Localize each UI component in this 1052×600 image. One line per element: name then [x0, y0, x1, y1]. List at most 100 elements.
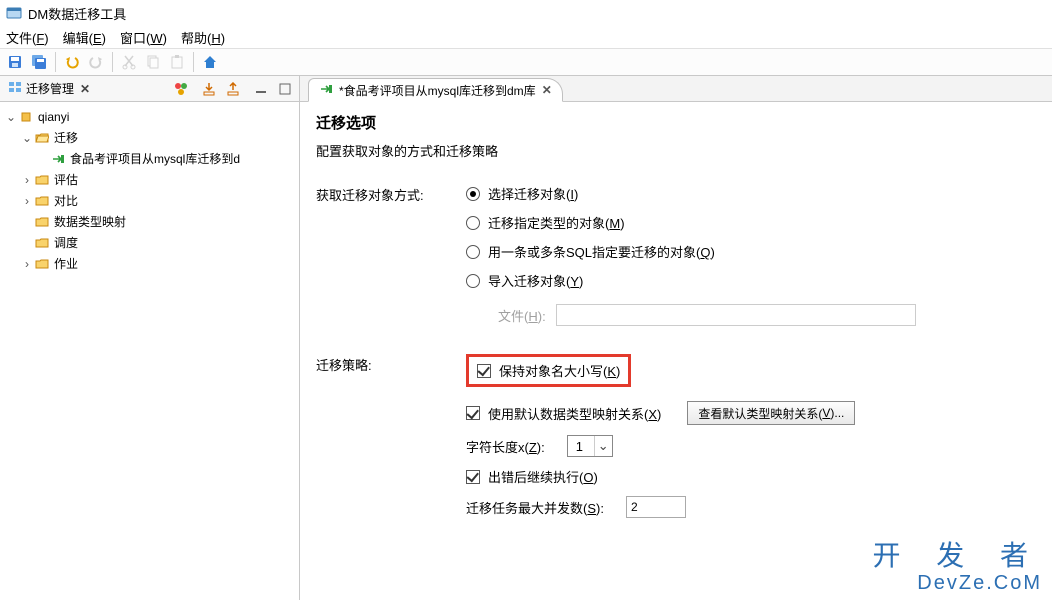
- project-icon: [18, 109, 34, 125]
- editor-tabbar: *食品考评项目从mysql库迁移到dm库 ✕: [300, 76, 1052, 102]
- save-all-icon[interactable]: [28, 51, 50, 73]
- window-titlebar: DM数据迁移工具: [0, 0, 1052, 26]
- editor-content: 迁移选项 配置获取对象的方式和迁移策略 获取迁移对象方式: 选择迁移对象(I) …: [300, 102, 1052, 600]
- chevron-down-icon: ⌄: [594, 436, 612, 456]
- tree-item-label: 食品考评项目从mysql库迁移到d: [70, 150, 240, 167]
- close-icon[interactable]: ✕: [80, 82, 90, 96]
- migration-manager-icon: [8, 80, 22, 97]
- highlight-box: 保持对象名大小写(K): [466, 354, 631, 387]
- max-parallel-row: 迁移任务最大并发数(S):: [466, 496, 1036, 518]
- left-panel: 迁移管理 ✕ ⌄ qianyi ⌄ 迁移: [0, 76, 300, 600]
- paste-icon: [166, 51, 188, 73]
- tree-item-label: 调度: [54, 234, 78, 251]
- view-mapping-button[interactable]: 查看默认类型映射关系(V)...: [687, 401, 855, 425]
- char-length-label: 字符长度x(Z):: [466, 437, 545, 456]
- max-parallel-label: 迁移任务最大并发数(S):: [466, 498, 604, 517]
- import-icon[interactable]: [199, 79, 219, 99]
- maximize-icon[interactable]: [275, 79, 295, 99]
- radio-label: 选择迁移对象(I): [488, 184, 578, 203]
- method-label: 获取迁移对象方式:: [316, 184, 466, 204]
- tree-item-label: 评估: [54, 171, 78, 188]
- copy-icon: [142, 51, 164, 73]
- folder-icon: [34, 235, 50, 251]
- radio-icon: [466, 187, 480, 201]
- menubar: 文件(F) 编辑(E) 窗口(W) 帮助(H): [0, 26, 1052, 48]
- editor-tab-label: *食品考评项目从mysql库迁移到dm库: [339, 82, 536, 99]
- checkbox-icon: [466, 406, 480, 420]
- folder-icon: [34, 193, 50, 209]
- checkbox-icon: [466, 470, 480, 484]
- check-continue-on-error[interactable]: 出错后继续执行(O): [466, 467, 1036, 486]
- close-icon[interactable]: ✕: [542, 83, 552, 97]
- save-icon[interactable]: [4, 51, 26, 73]
- max-parallel-input[interactable]: [626, 496, 686, 518]
- minimize-icon[interactable]: [251, 79, 271, 99]
- checkbox-icon: [477, 364, 491, 378]
- radio-label: 迁移指定类型的对象(M): [488, 213, 625, 232]
- redo-icon: [85, 51, 107, 73]
- radio-label: 导入迁移对象(Y): [488, 271, 583, 290]
- check-label: 出错后继续执行(O): [488, 467, 598, 486]
- radio-icon: [466, 245, 480, 259]
- menu-help[interactable]: 帮助(H): [181, 28, 225, 47]
- expand-icon[interactable]: ›: [20, 257, 34, 271]
- tree-item-compare[interactable]: › 对比: [2, 190, 297, 211]
- combo-value: 1: [568, 439, 594, 454]
- folder-open-icon: [34, 130, 50, 146]
- radio-import[interactable]: 导入迁移对象(Y): [466, 271, 1036, 290]
- tree-root-label: qianyi: [38, 110, 69, 124]
- radio-label: 用一条或多条SQL指定要迁移的对象(Q): [488, 242, 715, 261]
- left-panel-tab[interactable]: 迁移管理 ✕: [4, 78, 94, 99]
- home-icon[interactable]: [199, 51, 221, 73]
- editor-area: *食品考评项目从mysql库迁移到dm库 ✕ 迁移选项 配置获取对象的方式和迁移…: [300, 76, 1052, 600]
- menu-file[interactable]: 文件(F): [6, 28, 49, 47]
- nav-tree: ⌄ qianyi ⌄ 迁移 食品考评项目从mysql库迁移到d › 评估 ›: [0, 102, 299, 600]
- folder-icon: [34, 214, 50, 230]
- expand-icon[interactable]: ›: [20, 173, 34, 187]
- tree-item-label: 作业: [54, 255, 78, 272]
- window-title: DM数据迁移工具: [28, 4, 126, 23]
- tree-item-migration[interactable]: ⌄ 迁移: [2, 127, 297, 148]
- check-label: 使用默认数据类型映射关系(X): [488, 404, 661, 423]
- folder-icon: [34, 172, 50, 188]
- radio-icon: [466, 274, 480, 288]
- radio-select-objects[interactable]: 选择迁移对象(I): [466, 184, 1036, 203]
- radio-icon: [466, 216, 480, 230]
- export-icon[interactable]: [223, 79, 243, 99]
- left-panel-tab-label: 迁移管理: [26, 80, 74, 97]
- file-input: [556, 304, 916, 326]
- check-label: 保持对象名大小写(K): [499, 361, 620, 380]
- check-default-mapping[interactable]: 使用默认数据类型映射关系(X) 查看默认类型映射关系(V)...: [466, 401, 1036, 425]
- collapse-icon[interactable]: ⌄: [20, 131, 34, 145]
- radio-by-sql[interactable]: 用一条或多条SQL指定要迁移的对象(Q): [466, 242, 1036, 261]
- menu-window[interactable]: 窗口(W): [120, 28, 167, 47]
- strategy-label: 迁移策略:: [316, 354, 466, 374]
- app-icon: [6, 5, 22, 21]
- migration-task-icon: [319, 82, 333, 99]
- tree-item-label: 数据类型映射: [54, 213, 126, 230]
- page-subtitle: 配置获取对象的方式和迁移策略: [316, 141, 1036, 160]
- collapse-icon[interactable]: ⌄: [4, 110, 18, 124]
- cluster-icon[interactable]: [171, 79, 191, 99]
- file-label: 文件(H):: [498, 306, 546, 325]
- tree-root[interactable]: ⌄ qianyi: [2, 106, 297, 127]
- folder-icon: [34, 256, 50, 272]
- tree-item-evaluate[interactable]: › 评估: [2, 169, 297, 190]
- menu-edit[interactable]: 编辑(E): [63, 28, 106, 47]
- undo-icon[interactable]: [61, 51, 83, 73]
- char-length-combo[interactable]: 1 ⌄: [567, 435, 613, 457]
- check-keep-case[interactable]: 保持对象名大小写(K): [477, 361, 620, 380]
- tree-item-label: 迁移: [54, 129, 78, 146]
- tree-item-type-mapping[interactable]: 数据类型映射: [2, 211, 297, 232]
- radio-by-type[interactable]: 迁移指定类型的对象(M): [466, 213, 1036, 232]
- left-panel-header: 迁移管理 ✕: [0, 76, 299, 102]
- page-heading: 迁移选项: [316, 112, 1036, 133]
- editor-tab[interactable]: *食品考评项目从mysql库迁移到dm库 ✕: [308, 78, 563, 102]
- toolbar: [0, 48, 1052, 76]
- migration-task-icon: [50, 151, 66, 167]
- expand-icon[interactable]: ›: [20, 194, 34, 208]
- tree-item-jobs[interactable]: › 作业: [2, 253, 297, 274]
- tree-item-migration-child[interactable]: 食品考评项目从mysql库迁移到d: [2, 148, 297, 169]
- char-length-row: 字符长度x(Z): 1 ⌄: [466, 435, 1036, 457]
- tree-item-schedule[interactable]: 调度: [2, 232, 297, 253]
